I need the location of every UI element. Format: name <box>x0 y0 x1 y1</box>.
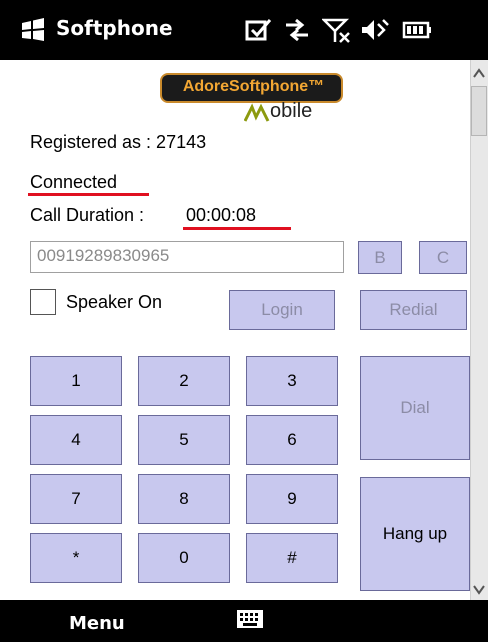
no-signal-icon <box>322 18 350 43</box>
duration-underline <box>183 227 291 230</box>
mobile-m-logo-icon <box>244 103 270 122</box>
keypad-3-button[interactable]: 3 <box>246 356 338 406</box>
dial-button[interactable]: Dial <box>360 356 470 460</box>
phone-number-input[interactable]: 00919289830965 <box>30 241 344 273</box>
keypad-5-button[interactable]: 5 <box>138 415 230 465</box>
volume-icon[interactable] <box>360 17 390 43</box>
speaker-on-checkbox[interactable] <box>30 289 56 315</box>
keypad-star-button[interactable]: * <box>30 533 122 583</box>
login-button[interactable]: Login <box>229 290 335 330</box>
app-title: Softphone <box>56 16 173 40</box>
data-transfer-icon <box>286 18 308 42</box>
checkbox-notification-icon[interactable] <box>244 17 274 43</box>
keypad-0-button[interactable]: 0 <box>138 533 230 583</box>
keypad-4-button[interactable]: 4 <box>30 415 122 465</box>
brand-mobile-text: obile <box>270 100 313 122</box>
brand-logo: AdoreSoftphone™ <box>160 73 343 103</box>
keypad-6-button[interactable]: 6 <box>246 415 338 465</box>
keypad-hash-button[interactable]: # <box>246 533 338 583</box>
call-duration-label: Call Duration : <box>30 205 145 225</box>
keypad-2-button[interactable]: 2 <box>138 356 230 406</box>
menu-softkey[interactable]: Menu <box>69 613 125 634</box>
registered-as-label: Registered as : 27143 <box>30 132 207 152</box>
vertical-scrollbar[interactable] <box>470 60 488 600</box>
windows-logo-icon[interactable] <box>20 17 46 43</box>
keypad-9-button[interactable]: 9 <box>246 474 338 524</box>
c-button[interactable]: C <box>419 241 467 274</box>
keypad-8-button[interactable]: 8 <box>138 474 230 524</box>
keypad-7-button[interactable]: 7 <box>30 474 122 524</box>
scroll-up-arrow-icon[interactable] <box>471 63 487 85</box>
connection-status: Connected <box>30 172 118 192</box>
hang-up-button[interactable]: Hang up <box>360 477 470 591</box>
redial-button[interactable]: Redial <box>360 290 467 330</box>
speaker-on-label[interactable]: Speaker On <box>66 292 162 313</box>
scroll-down-arrow-icon[interactable] <box>471 578 487 600</box>
scrollbar-thumb[interactable] <box>471 86 487 136</box>
keypad-1-button[interactable]: 1 <box>30 356 122 406</box>
keyboard-icon[interactable] <box>236 609 264 629</box>
brand-logo-text: AdoreSoftphone™ <box>182 78 325 95</box>
b-button[interactable]: B <box>358 241 402 274</box>
call-duration-value: 00:00:08 <box>186 205 257 225</box>
connected-underline <box>28 193 149 196</box>
battery-icon <box>402 21 431 39</box>
